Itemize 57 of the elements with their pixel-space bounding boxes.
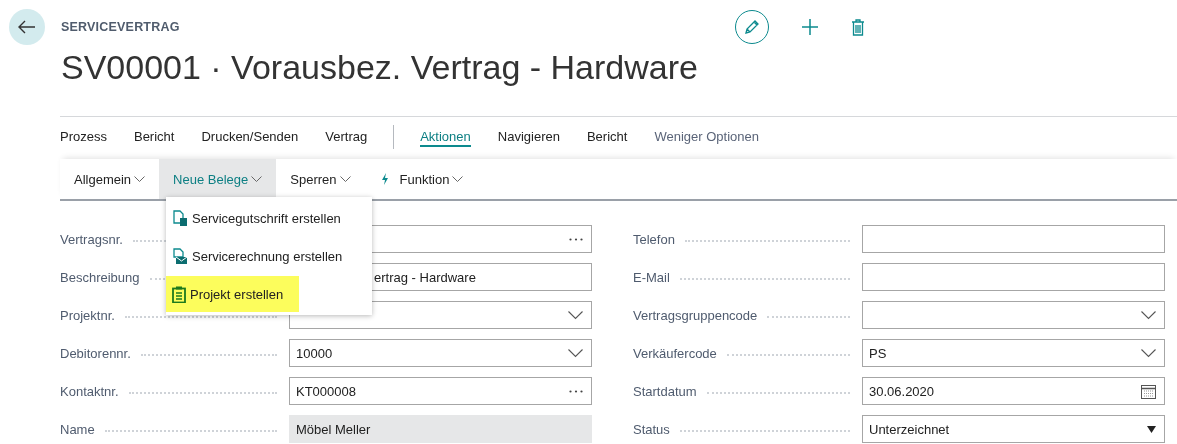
field-label: Vertragsgruppencode [633,307,758,323]
chevron-down-icon[interactable] [568,310,583,320]
page-caption: SERVICEVERTRAG [61,20,181,34]
document-icon [172,209,188,227]
chevron-down-icon [339,175,351,183]
action-tab[interactable]: Bericht [586,126,628,147]
input-field[interactable]: 30.06.2020 [862,377,1165,405]
field-label: Vertragsnr. [60,231,123,247]
input-field[interactable]: 10000 [289,339,592,367]
field-label: Name [60,421,95,437]
field-label: Verkäufercode [633,345,717,361]
action-tab[interactable]: Navigieren [497,126,560,147]
field-label: Kontaktnr. [60,383,119,399]
input-field[interactable]: Möbel Meller [289,415,592,443]
input-field[interactable] [862,301,1165,329]
field-label: E-Mail [633,269,670,285]
field-label: Startdatum [633,383,697,399]
delete-icon[interactable] [851,18,865,36]
field-label: Telefon [633,231,675,247]
more-icon[interactable] [569,237,583,241]
action-tab[interactable]: Vertrag [325,126,368,147]
input-field[interactable] [862,263,1165,291]
action-menu-button[interactable]: Funktion [364,159,478,199]
clipboard-icon [172,285,186,303]
envelope-document-icon [172,247,188,265]
field-label: Status [633,421,670,437]
calendar-icon[interactable] [1141,383,1156,399]
lightning-icon [380,173,389,185]
action-tab[interactable]: Drucken/Senden [201,126,299,147]
action-tab[interactable]: Bericht [133,126,175,147]
triangle-down-icon[interactable] [1147,425,1156,433]
more-icon[interactable] [569,389,583,393]
pencil-icon [743,18,761,36]
input-field[interactable] [289,301,592,329]
chevron-down-icon[interactable] [568,348,583,358]
action-menu-button[interactable]: Neue Belege [159,159,277,199]
input-field[interactable]: PS [862,339,1165,367]
field-label: Debitorennr. [60,345,131,361]
chevron-down-icon [134,175,146,183]
action-tab[interactable]: Prozess [60,126,107,147]
input-field[interactable] [862,225,1165,253]
action-tab[interactable]: Aktionen [420,126,471,147]
chevron-down-icon[interactable] [1141,310,1156,320]
input-field[interactable]: Unterzeichnet [862,415,1165,443]
chevron-down-icon[interactable] [1141,348,1156,358]
chevron-down-icon [452,175,464,183]
back-button[interactable] [9,9,45,45]
field-label: Projektnr. [60,307,115,323]
field-label: Beschreibung [60,269,140,285]
chevron-down-icon [251,175,263,183]
back-arrow-icon [18,20,36,34]
menu-item[interactable]: Servicegutschrift erstellen [166,199,372,237]
page-title: SV00001 · Vorausbez. Vertrag - Hardware [61,47,698,88]
action-menu-button[interactable]: Allgemein [60,159,160,199]
less-options-link[interactable]: Weniger Optionen [654,126,759,147]
input-field[interactable]: KT000008 [289,377,592,405]
add-icon[interactable] [801,18,819,36]
